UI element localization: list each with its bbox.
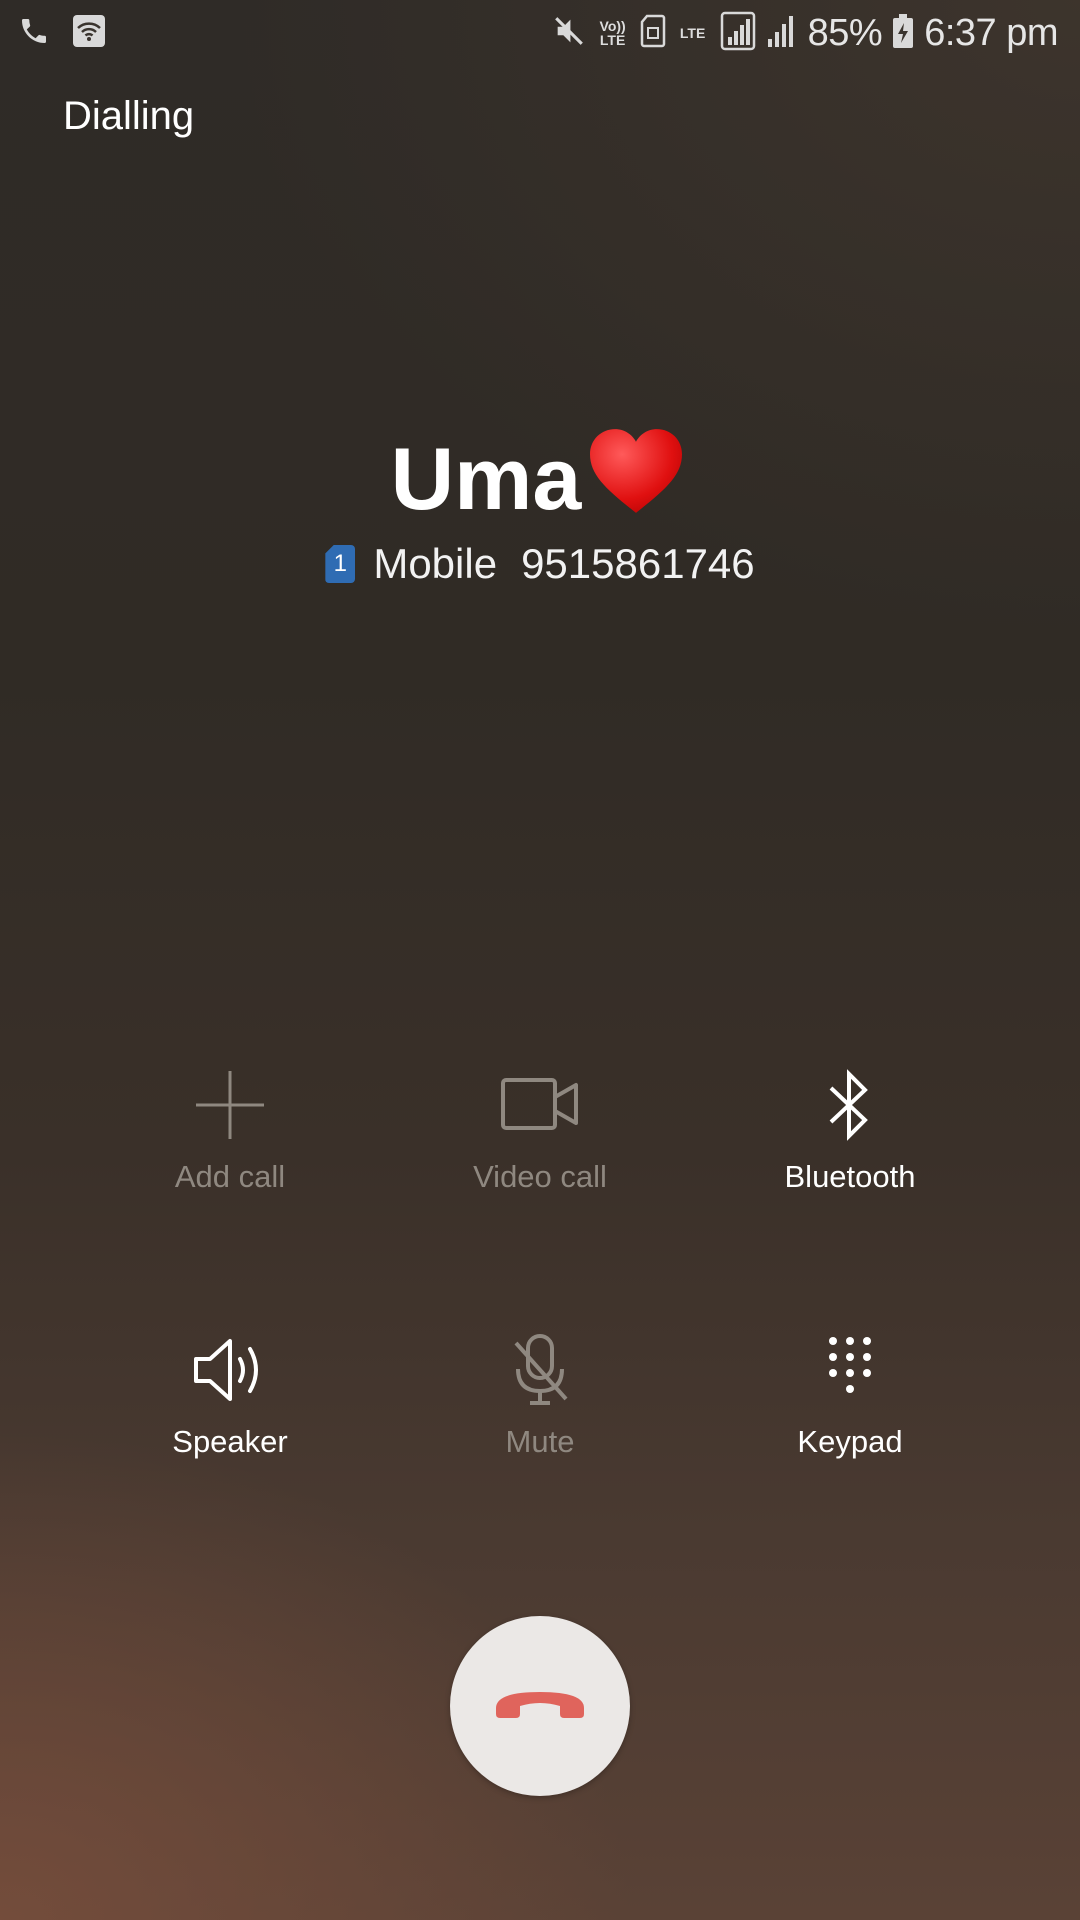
status-bar-left xyxy=(18,14,106,53)
speaker-label: Speaker xyxy=(172,1424,288,1459)
mic-off-icon xyxy=(490,1330,590,1410)
mute-button[interactable]: Mute xyxy=(385,1330,695,1480)
status-bar-right: Vo)) LTE LTE 85% 6:37 pm xyxy=(552,8,1058,58)
battery-percent: 85% xyxy=(807,11,883,54)
speaker-button[interactable]: Speaker xyxy=(75,1330,385,1480)
speaker-icon xyxy=(180,1330,280,1410)
lte-icon: LTE xyxy=(679,25,706,41)
mute-icon xyxy=(552,14,586,53)
contact-name: Uma xyxy=(0,425,1080,537)
add-call-button[interactable]: Add call xyxy=(75,1065,385,1215)
sim-1-badge: 1 xyxy=(325,545,356,583)
heart-icon xyxy=(583,425,689,537)
bluetooth-button[interactable]: Bluetooth xyxy=(695,1065,1005,1215)
end-call-button[interactable] xyxy=(450,1616,630,1796)
contact-number-line: 1 Mobile 9515861746 xyxy=(0,540,1080,588)
plus-icon xyxy=(180,1065,280,1145)
end-call-icon xyxy=(492,1684,588,1729)
call-status-label: Dialling xyxy=(63,94,195,138)
signal-icon-2 xyxy=(766,13,798,54)
keypad-button[interactable]: Keypad xyxy=(695,1330,1005,1480)
bluetooth-label: Bluetooth xyxy=(784,1159,916,1194)
volte-icon: Vo)) LTE xyxy=(599,18,626,48)
dialpad-icon xyxy=(800,1330,900,1410)
mute-label: Mute xyxy=(505,1424,575,1459)
keypad-label: Keypad xyxy=(797,1424,903,1459)
wifi-icon xyxy=(72,14,106,53)
video-call-label: Video call xyxy=(473,1159,607,1194)
phone-number: 9515861746 xyxy=(521,540,755,587)
sim-card-icon xyxy=(640,14,666,53)
number-type-label: Mobile xyxy=(373,540,498,587)
status-time: 6:37 pm xyxy=(924,11,1058,54)
add-call-label: Add call xyxy=(174,1159,286,1194)
bluetooth-icon xyxy=(800,1065,900,1145)
call-icon xyxy=(18,14,50,53)
status-bar: Vo)) LTE LTE 85% 6:37 pm xyxy=(0,0,1080,64)
signal-icon xyxy=(720,11,756,56)
video-camera-icon xyxy=(490,1065,590,1145)
battery-charging-icon xyxy=(892,13,914,54)
contact-name-text: Uma xyxy=(390,429,582,528)
video-call-button[interactable]: Video call xyxy=(385,1065,695,1215)
